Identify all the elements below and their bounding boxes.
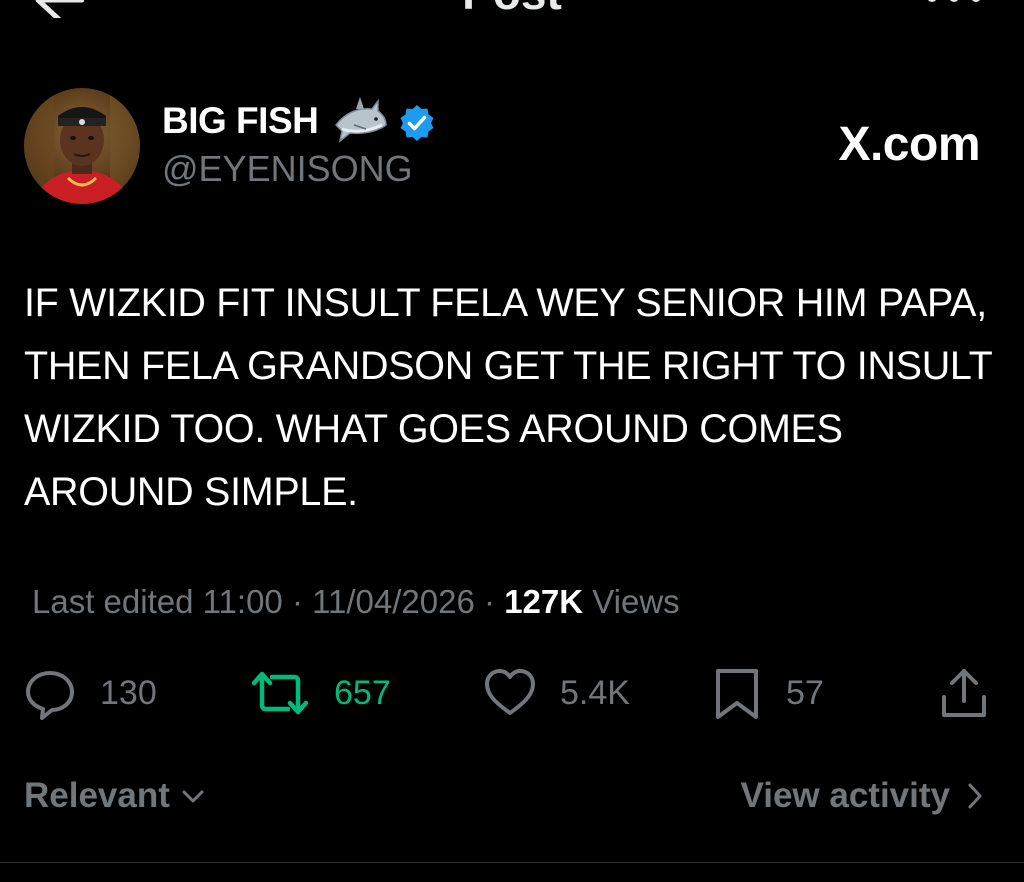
action-bar: 130 657 5.4K 57 (0, 660, 1024, 726)
repost-count: 657 (334, 673, 391, 712)
heart-icon (485, 669, 535, 715)
top-bar: Post (0, 0, 1024, 30)
bookmark-count: 57 (786, 673, 824, 712)
views-count[interactable]: 127K (504, 583, 583, 620)
meta-separator: · (484, 583, 505, 620)
views-label[interactable]: Views (592, 583, 679, 620)
post-date[interactable]: 11/04/2026 (312, 583, 475, 620)
like-button[interactable]: 5.4K (482, 660, 630, 726)
repost-button[interactable]: 657 (248, 660, 391, 726)
sort-label: Relevant (24, 776, 170, 815)
verified-badge-icon (400, 105, 434, 141)
bookmark-button[interactable]: 57 (710, 660, 824, 726)
author-display-name[interactable]: BIG FISH (162, 100, 319, 142)
view-activity-link[interactable]: View activity (741, 776, 990, 816)
post-meta: Last edited 11:00 · 11/04/2026 · 127K Vi… (32, 583, 680, 621)
post-text: IF WIZKID FIT INSULT FELA WEY SENIOR HIM… (24, 281, 992, 514)
repost-icon (251, 671, 309, 715)
more-options-icon[interactable] (924, 0, 984, 6)
chevron-right-icon (968, 783, 982, 809)
author-handle[interactable]: @EYENISONG (162, 148, 413, 190)
avatar[interactable] (24, 88, 140, 204)
meta-separator: · (291, 583, 313, 620)
like-count: 5.4K (560, 673, 630, 712)
reply-button[interactable]: 130 (22, 660, 157, 726)
avatar-image (24, 88, 140, 204)
view-activity-label: View activity (740, 776, 950, 815)
sort-dropdown[interactable]: Relevant (24, 776, 208, 816)
reply-icon (26, 671, 74, 720)
share-button[interactable] (936, 660, 992, 726)
shark-emoji-icon (335, 97, 387, 143)
post-time[interactable]: 11:00 (203, 583, 283, 620)
divider (0, 862, 1024, 863)
x-logo-watermark: X.com (838, 118, 980, 171)
edited-label[interactable]: Last edited (32, 583, 193, 620)
chevron-down-icon (182, 790, 204, 803)
share-icon (942, 669, 986, 717)
page-title: Post (0, 0, 1024, 20)
bookmark-icon (716, 669, 758, 719)
reply-count: 130 (100, 673, 157, 712)
